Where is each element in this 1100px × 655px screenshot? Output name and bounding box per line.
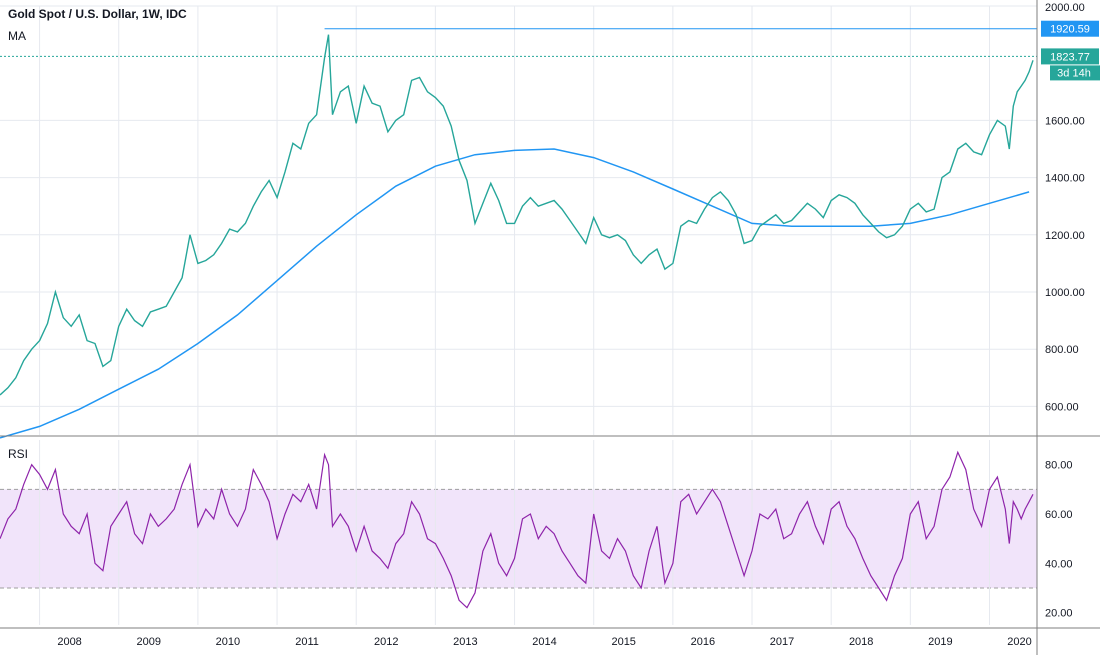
year-label: 2015 (611, 636, 635, 648)
price-tick-label: 1600.00 (1045, 115, 1085, 127)
chart-title: Gold Spot / U.S. Dollar, 1W, IDC (8, 7, 187, 21)
chart-canvas: Gold Spot / U.S. Dollar, 1W, IDC MA RSI … (0, 0, 1100, 655)
rsi-tick-label: 80.00 (1045, 460, 1073, 472)
rsi-tick-label: 40.00 (1045, 558, 1073, 570)
price-tick-label: 2000.00 (1045, 2, 1085, 14)
year-label: 2018 (849, 636, 873, 648)
rsi-panel-label: RSI (8, 447, 28, 461)
year-label: 2020 (1007, 636, 1031, 648)
price-tick-label: 1000.00 (1045, 287, 1085, 299)
countdown-tag-text: 3d 14h (1057, 67, 1091, 79)
year-label: 2019 (928, 636, 952, 648)
year-label: 2011 (295, 636, 319, 648)
ma-indicator-label: MA (8, 29, 26, 43)
year-label: 2012 (374, 636, 398, 648)
year-label: 2008 (57, 636, 81, 648)
price-tick-label: 1400.00 (1045, 173, 1085, 185)
price-tag-1823-text: 1823.77 (1050, 51, 1090, 63)
year-label: 2017 (770, 636, 794, 648)
rsi-tick-label: 20.00 (1045, 608, 1073, 620)
year-label: 2010 (216, 636, 240, 648)
price-tick-label: 600.00 (1045, 401, 1079, 413)
year-label: 2016 (691, 636, 715, 648)
price-tick-label: 800.00 (1045, 344, 1079, 356)
price-tick-label: 1200.00 (1045, 230, 1085, 242)
year-label: 2013 (453, 636, 477, 648)
price-tag-1920-text: 1920.59 (1050, 24, 1090, 36)
year-label: 2009 (136, 636, 160, 648)
rsi-tick-label: 60.00 (1045, 509, 1073, 521)
year-label: 2014 (532, 636, 556, 648)
